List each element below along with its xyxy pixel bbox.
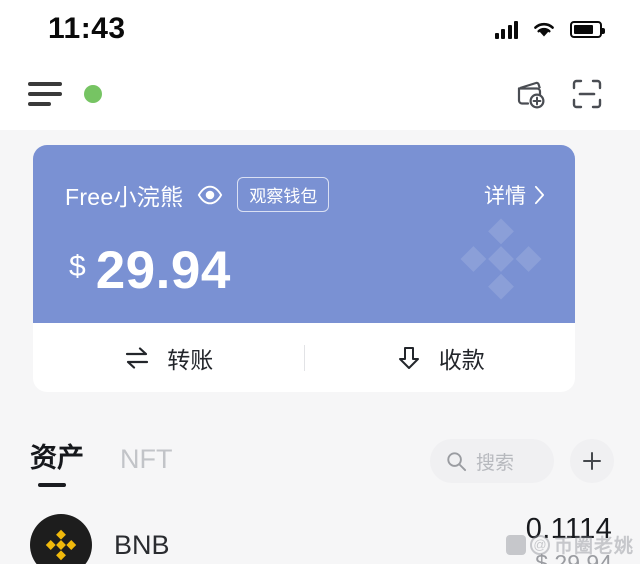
tab-assets-label: 资产 (30, 442, 84, 473)
search-placeholder: 搜索 (476, 452, 515, 474)
eye-visibility-icon[interactable] (197, 182, 223, 208)
header-right-group (514, 77, 604, 111)
balance-row: $ 29.94 (33, 212, 575, 301)
card-top-row: Free小浣熊 观察钱包 详情 (33, 145, 575, 212)
chevron-right-icon (534, 185, 545, 204)
tab-bar-actions: 搜索 (430, 439, 614, 483)
receive-label: 收款 (438, 346, 485, 373)
details-label: 详情 (484, 184, 526, 208)
wallet-actions: 转账 收款 (33, 323, 575, 392)
plus-icon (583, 452, 601, 470)
status-bar-icons (494, 19, 605, 39)
transfer-button[interactable]: 转账 (33, 323, 304, 392)
transfer-label: 转账 (167, 346, 214, 373)
tabs-group: 资产 NFT (30, 436, 172, 487)
asset-fiat-value: $ 29.94 (535, 550, 612, 564)
wallet-name: Free小浣熊 (65, 183, 184, 210)
battery-icon (570, 20, 605, 38)
watch-wallet-badge: 观察钱包 (237, 177, 330, 212)
details-link[interactable]: 详情 (484, 180, 545, 210)
connection-status-dot (84, 85, 102, 103)
wallet-add-icon[interactable] (514, 77, 548, 111)
table-row[interactable]: BNB 0.1114 $ 29.94 (0, 505, 640, 564)
wallet-meta: Free小浣熊 观察钱包 (65, 177, 330, 212)
asset-values: 0.1114 $ 29.94 (526, 513, 612, 564)
hamburger-menu-icon[interactable] (28, 81, 62, 107)
search-input[interactable]: 搜索 (430, 439, 554, 483)
asset-symbol: BNB (114, 529, 170, 560)
status-bar-time: 11:43 (48, 12, 126, 45)
search-icon (447, 451, 467, 471)
bnb-coin-icon (30, 514, 92, 564)
receive-download-icon (398, 346, 419, 369)
add-asset-button[interactable] (570, 439, 614, 483)
app-screen: 11:43 Free小浣熊 观察钱包 详情 $ 29.94 转账 收款 资产 N… (0, 0, 640, 564)
app-header (0, 58, 640, 130)
wifi-icon (534, 22, 554, 37)
transfer-swap-icon (126, 346, 149, 369)
asset-list: BNB 0.1114 $ 29.94 (0, 505, 640, 564)
asset-tab-bar: 资产 NFT 搜索 (0, 430, 640, 492)
asset-amount: 0.1114 (525, 513, 612, 545)
receive-button[interactable]: 收款 (305, 323, 576, 392)
balance-card[interactable]: Free小浣熊 观察钱包 详情 $ 29.94 (33, 145, 575, 323)
header-left-group (28, 81, 102, 107)
tab-assets[interactable]: 资产 (30, 436, 84, 487)
tab-nft[interactable]: NFT (120, 444, 172, 487)
cellular-signal-icon (494, 19, 518, 39)
status-bar: 11:43 (0, 0, 640, 58)
balance-amount: 29.94 (95, 241, 231, 300)
tab-nft-label: NFT (120, 443, 173, 474)
currency-symbol: $ (69, 250, 86, 283)
qr-scan-icon[interactable] (570, 77, 604, 111)
